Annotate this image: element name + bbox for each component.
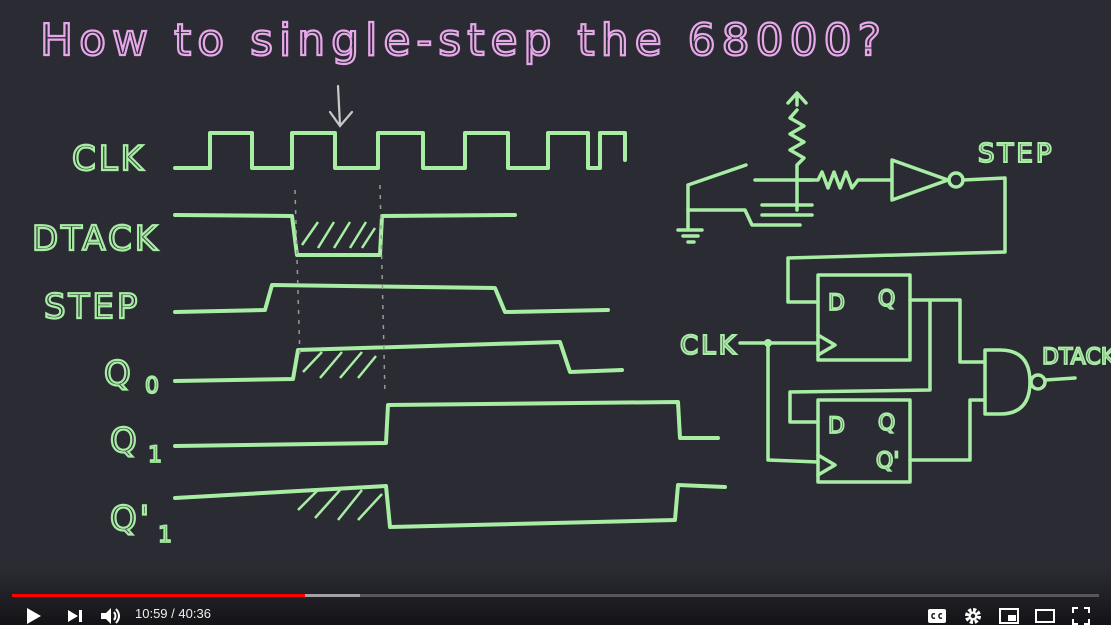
volume-icon [101, 608, 120, 624]
next-button[interactable] [64, 605, 86, 625]
play-icon [27, 608, 41, 624]
q1-bar-waveform [173, 483, 727, 529]
signal-label-q1: Q [110, 421, 140, 461]
progress-bar[interactable] [12, 594, 1099, 597]
gear-icon [965, 608, 981, 624]
signal-label-clk: CLK [72, 139, 146, 179]
player-controls: 10:59 / 40:36 [0, 567, 1111, 625]
current-time: 10:59 [135, 606, 168, 621]
time-display: 10:59 / 40:36 [135, 606, 211, 621]
ff2-qbar-label: Q' [876, 449, 899, 474]
signal-label-q0: Q [104, 354, 134, 394]
theater-icon [1035, 609, 1055, 623]
captions-button[interactable] [926, 605, 948, 625]
play-button[interactable] [22, 605, 46, 625]
volume-button[interactable] [98, 605, 124, 625]
circuit-label-clk: CLK [680, 331, 739, 361]
step-waveform [173, 283, 610, 314]
next-icon [68, 610, 82, 622]
ff1-d-label: D [828, 291, 845, 316]
signal-sub-q0: 0 [145, 374, 159, 399]
q0-waveform [173, 340, 624, 383]
ff1-q-label: Q [878, 287, 895, 312]
clk-waveform [173, 131, 627, 170]
flip-flop-1 [816, 273, 912, 362]
ff2-q-label: Q [878, 411, 895, 436]
fullscreen-button[interactable] [1070, 605, 1092, 625]
signal-label-q1-bar: Q' [110, 499, 152, 539]
q1-bar-hatch [297, 489, 383, 521]
signal-label-step: STEP [44, 287, 140, 327]
dtack-hatch [300, 221, 377, 249]
fullscreen-icon [1072, 607, 1090, 625]
q1-waveform [173, 400, 720, 448]
signal-sub-q1: 1 [148, 443, 162, 468]
circuit-wiring [738, 298, 1077, 464]
time-separator: / [167, 606, 179, 621]
progress-played [12, 594, 306, 597]
ff2-d-label: D [828, 414, 845, 439]
signal-sub-q1-bar: 1 [158, 523, 172, 548]
video-frame[interactable]: How to single-step the 68000? CLK DTACK … [0, 0, 1111, 625]
dtack-waveform [173, 213, 517, 257]
captions-icon [928, 609, 946, 623]
q0-hatch [302, 351, 377, 379]
miniplayer-icon [999, 608, 1019, 624]
circuit-label-step: STEP [978, 139, 1055, 169]
duration: 40:36 [178, 606, 211, 621]
miniplayer-button[interactable] [998, 605, 1020, 625]
signal-label-dtack: DTACK [32, 219, 160, 259]
step-switch-circuit [676, 91, 1007, 304]
down-arrow-icon [328, 84, 354, 128]
settings-button[interactable] [962, 605, 984, 625]
video-player[interactable]: How to single-step the 68000? CLK DTACK … [0, 0, 1111, 625]
timing-guide-1 [294, 189, 301, 361]
video-title-text: How to single-step the 68000? [40, 15, 887, 66]
circuit-label-dtack: DTACK [1042, 345, 1111, 370]
theater-mode-button[interactable] [1034, 605, 1056, 625]
